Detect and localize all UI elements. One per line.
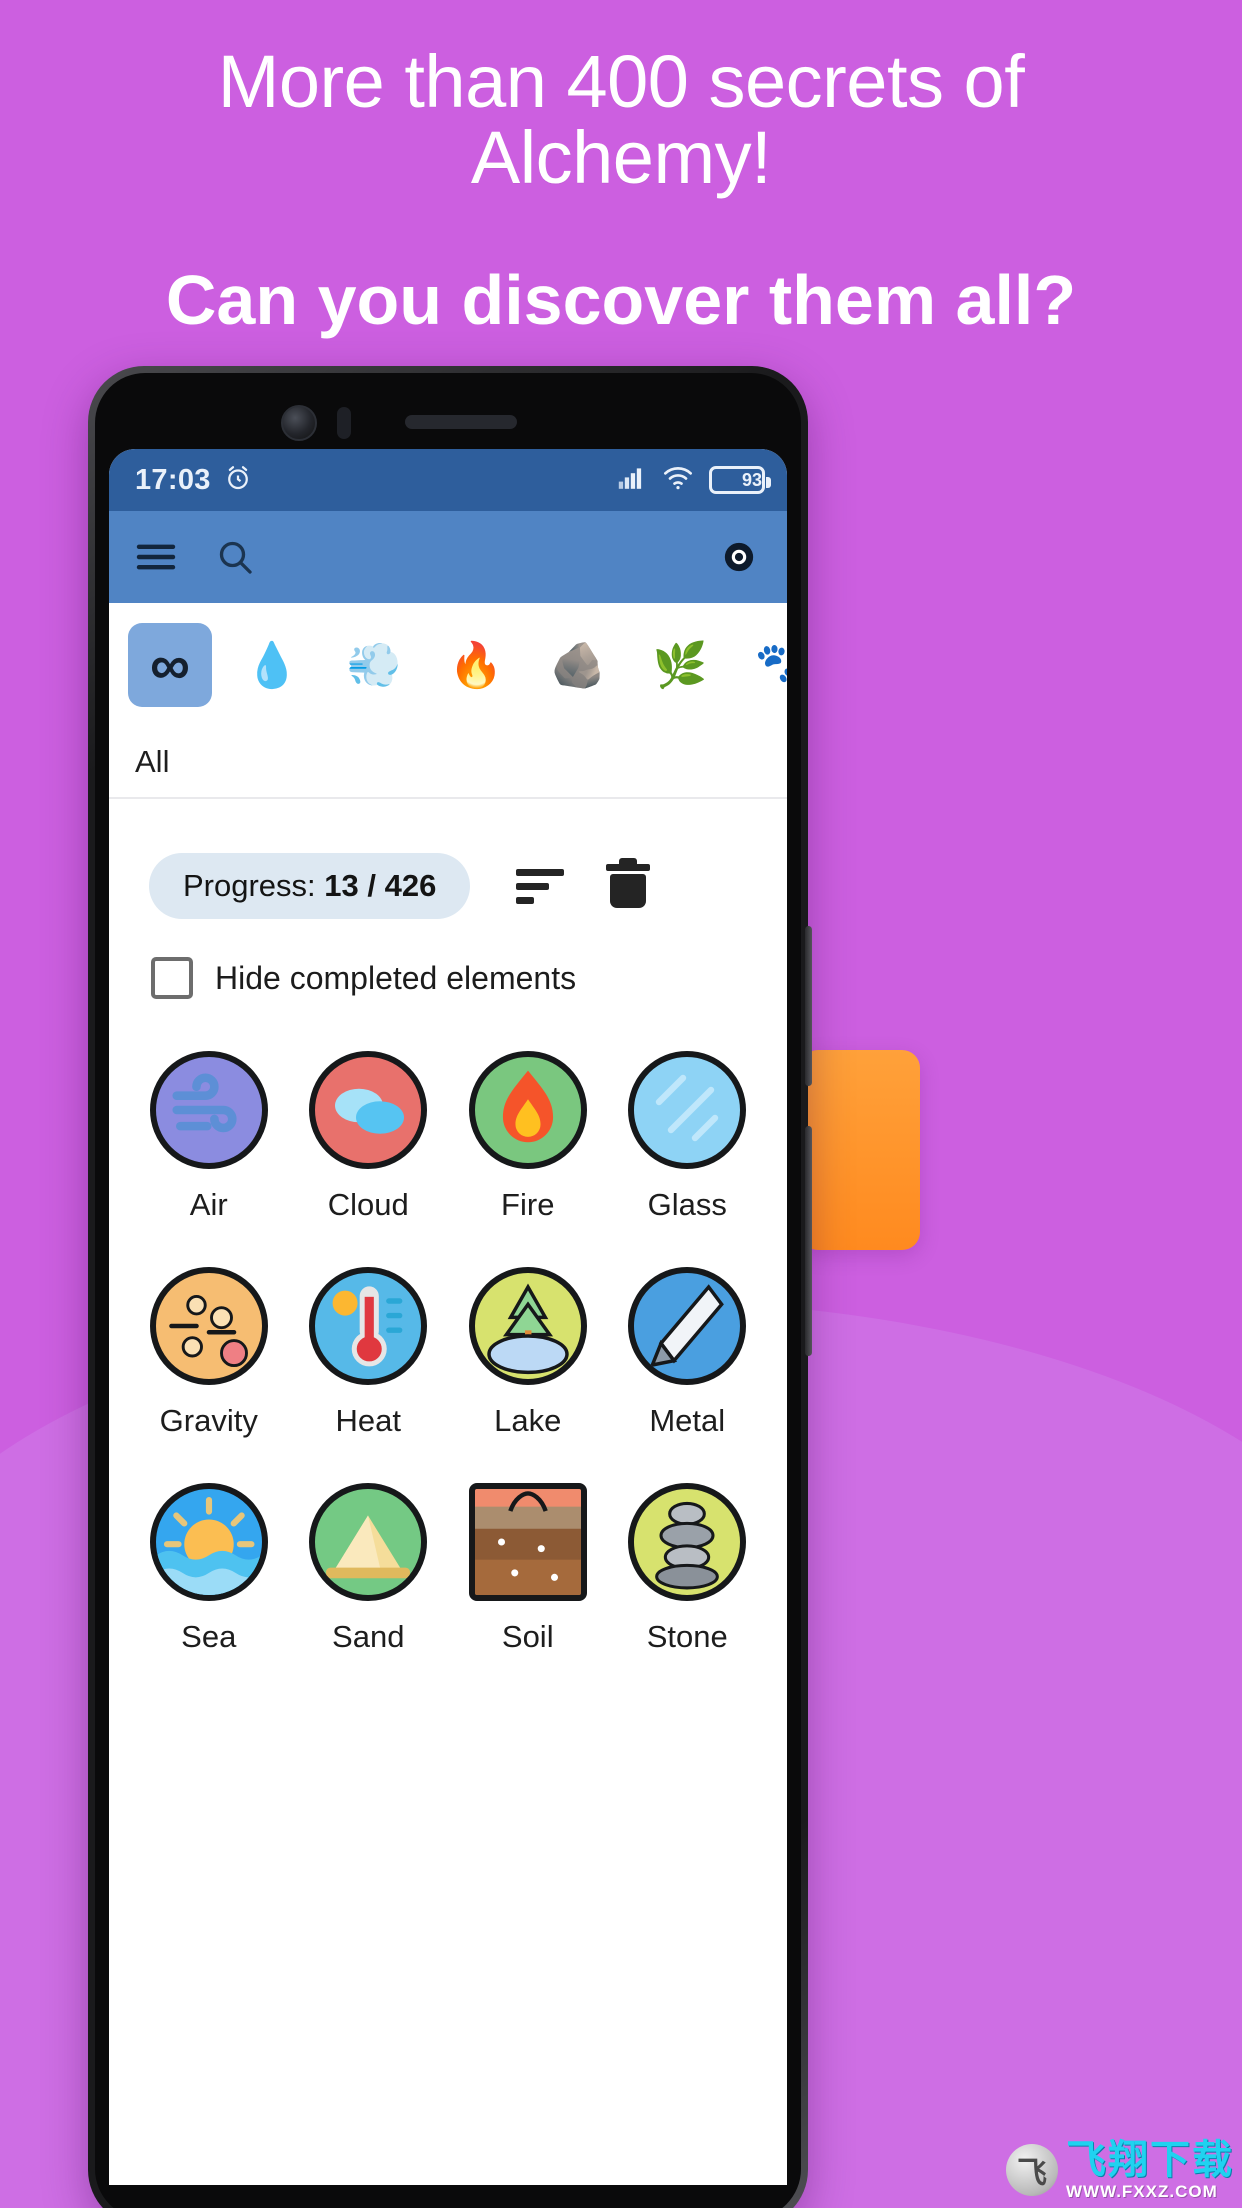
element-label: Sand [332, 1619, 405, 1654]
hamburger-menu-icon[interactable] [135, 540, 177, 574]
phone-device: 17:03 93 ∞ 💧 💨 🔥 🪨 🌿 🐾 All Progress: 13 … [88, 366, 812, 2208]
status-bar: 17:03 93 [109, 449, 787, 511]
soil-element-icon [468, 1483, 587, 1601]
watermark-logo-icon: 飞 [1006, 2144, 1058, 2196]
element-cell[interactable]: Sand [289, 1483, 449, 1655]
category-tab-plants[interactable]: 🌿 [638, 623, 722, 707]
app-bar [109, 511, 787, 603]
front-camera-icon [281, 405, 317, 441]
stone-element-icon [628, 1483, 747, 1601]
element-cell[interactable]: Soil [448, 1483, 608, 1655]
cellular-signal-icon [617, 466, 647, 495]
category-tabs[interactable]: ∞ 💧 💨 🔥 🪨 🌿 🐾 [109, 603, 787, 727]
eye-icon[interactable] [717, 540, 761, 574]
element-label: Glass [647, 1187, 727, 1222]
glass-element-icon [628, 1051, 747, 1169]
element-cell[interactable]: Cloud [289, 1051, 449, 1223]
phone-bezel: 17:03 93 ∞ 💧 💨 🔥 🪨 🌿 🐾 All Progress: 13 … [95, 373, 801, 2208]
progress-badge: Progress: 13 / 426 [149, 853, 471, 919]
element-label: Lake [494, 1403, 562, 1438]
watermark-text: 飞翔下载 WWW.FXXZ.COM [1066, 2140, 1234, 2200]
battery-level-label: 93 [741, 469, 762, 490]
sand-element-icon [309, 1483, 428, 1601]
element-label: Sea [181, 1619, 237, 1654]
power-button[interactable] [805, 1126, 812, 1356]
wifi-icon [662, 466, 694, 495]
category-tab-all[interactable]: ∞ [128, 623, 212, 707]
infinity-icon: ∞ [150, 632, 190, 696]
hide-completed-checkbox[interactable] [151, 957, 193, 999]
metal-element-icon [628, 1267, 747, 1385]
element-cell[interactable]: Sea [129, 1483, 289, 1655]
element-label: Air [189, 1187, 228, 1222]
lake-element-icon [468, 1267, 587, 1385]
sort-descending-icon[interactable] [516, 868, 565, 904]
proximity-sensor-icon [337, 407, 351, 439]
sea-element-icon [149, 1483, 268, 1601]
element-label: Heat [335, 1403, 401, 1438]
element-label: Fire [501, 1187, 555, 1222]
site-watermark: 飞 飞翔下载 WWW.FXXZ.COM [1006, 2140, 1234, 2200]
hide-completed-row[interactable]: Hide completed elements [109, 919, 787, 999]
category-title: All [109, 727, 787, 799]
alarm-clock-icon [223, 463, 253, 498]
air-element-icon [149, 1051, 268, 1169]
element-label: Cloud [327, 1187, 409, 1222]
progress-prefix-label: Progress: [183, 868, 325, 903]
hide-completed-label: Hide completed elements [215, 959, 577, 996]
progress-separator: / [358, 868, 385, 903]
element-cell[interactable]: Heat [289, 1267, 449, 1439]
progress-toolbar: Progress: 13 / 426 [109, 799, 787, 919]
herb-icon: 🌿 [652, 641, 708, 690]
category-tab-earth[interactable]: 🪨 [536, 623, 620, 707]
category-tab-animals[interactable]: 🐾 [740, 623, 787, 707]
search-icon[interactable] [215, 537, 255, 577]
headline-secondary: Can you discover them all? [165, 261, 1077, 340]
phone-screen: 17:03 93 ∞ 💧 💨 🔥 🪨 🌿 🐾 All Progress: 13 … [109, 449, 787, 2185]
watermark-url: WWW.FXXZ.COM [1066, 2182, 1218, 2201]
wind-icon: 💨 [346, 641, 402, 690]
element-cell[interactable]: Stone [608, 1483, 768, 1655]
cloud-element-icon [309, 1051, 428, 1169]
status-bar-left: 17:03 [135, 463, 253, 498]
element-grid: Air Cloud Fire Glass Gravity Heat Lake M… [109, 999, 787, 1655]
element-cell[interactable]: Gravity [129, 1267, 289, 1439]
earpiece-speaker-icon [405, 415, 517, 429]
element-label: Gravity [159, 1403, 258, 1438]
element-cell[interactable]: Metal [608, 1267, 768, 1439]
phone-hardware-row [109, 391, 787, 449]
category-tab-water[interactable]: 💧 [230, 623, 314, 707]
progress-total-value: 426 [384, 868, 437, 903]
progress-current-value: 13 [324, 868, 359, 903]
heat-element-icon [309, 1267, 428, 1385]
element-label: Metal [649, 1403, 726, 1438]
category-tab-fire[interactable]: 🔥 [434, 623, 518, 707]
watermark-title: 飞翔下载 [1066, 2138, 1234, 2182]
paw-print-icon: 🐾 [754, 641, 787, 690]
soil-layers-icon: 🪨 [550, 641, 606, 690]
element-cell[interactable]: Fire [448, 1051, 608, 1223]
fire-icon: 🔥 [448, 641, 504, 690]
promo-screenshot: More than 400 secrets of Alchemy! Can yo… [0, 0, 1242, 2208]
water-drop-icon: 💧 [244, 641, 300, 690]
fire-element-icon [468, 1051, 587, 1169]
gravity-element-icon [149, 1267, 268, 1385]
promo-headlines: More than 400 secrets of Alchemy! Can yo… [0, 40, 1242, 340]
category-tab-air[interactable]: 💨 [332, 623, 416, 707]
element-cell[interactable]: Glass [608, 1051, 768, 1223]
element-cell[interactable]: Air [129, 1051, 289, 1223]
trash-icon[interactable] [606, 858, 651, 908]
battery-icon: 93 [709, 466, 771, 494]
background-card [800, 1050, 920, 1250]
element-label: Stone [646, 1619, 728, 1654]
volume-button[interactable] [805, 926, 812, 1086]
status-bar-time: 17:03 [135, 463, 211, 496]
element-cell[interactable]: Lake [448, 1267, 608, 1439]
headline-primary: More than 400 secrets of Alchemy! [217, 40, 1025, 200]
status-bar-right: 93 [617, 466, 771, 495]
element-label: Soil [501, 1619, 554, 1654]
